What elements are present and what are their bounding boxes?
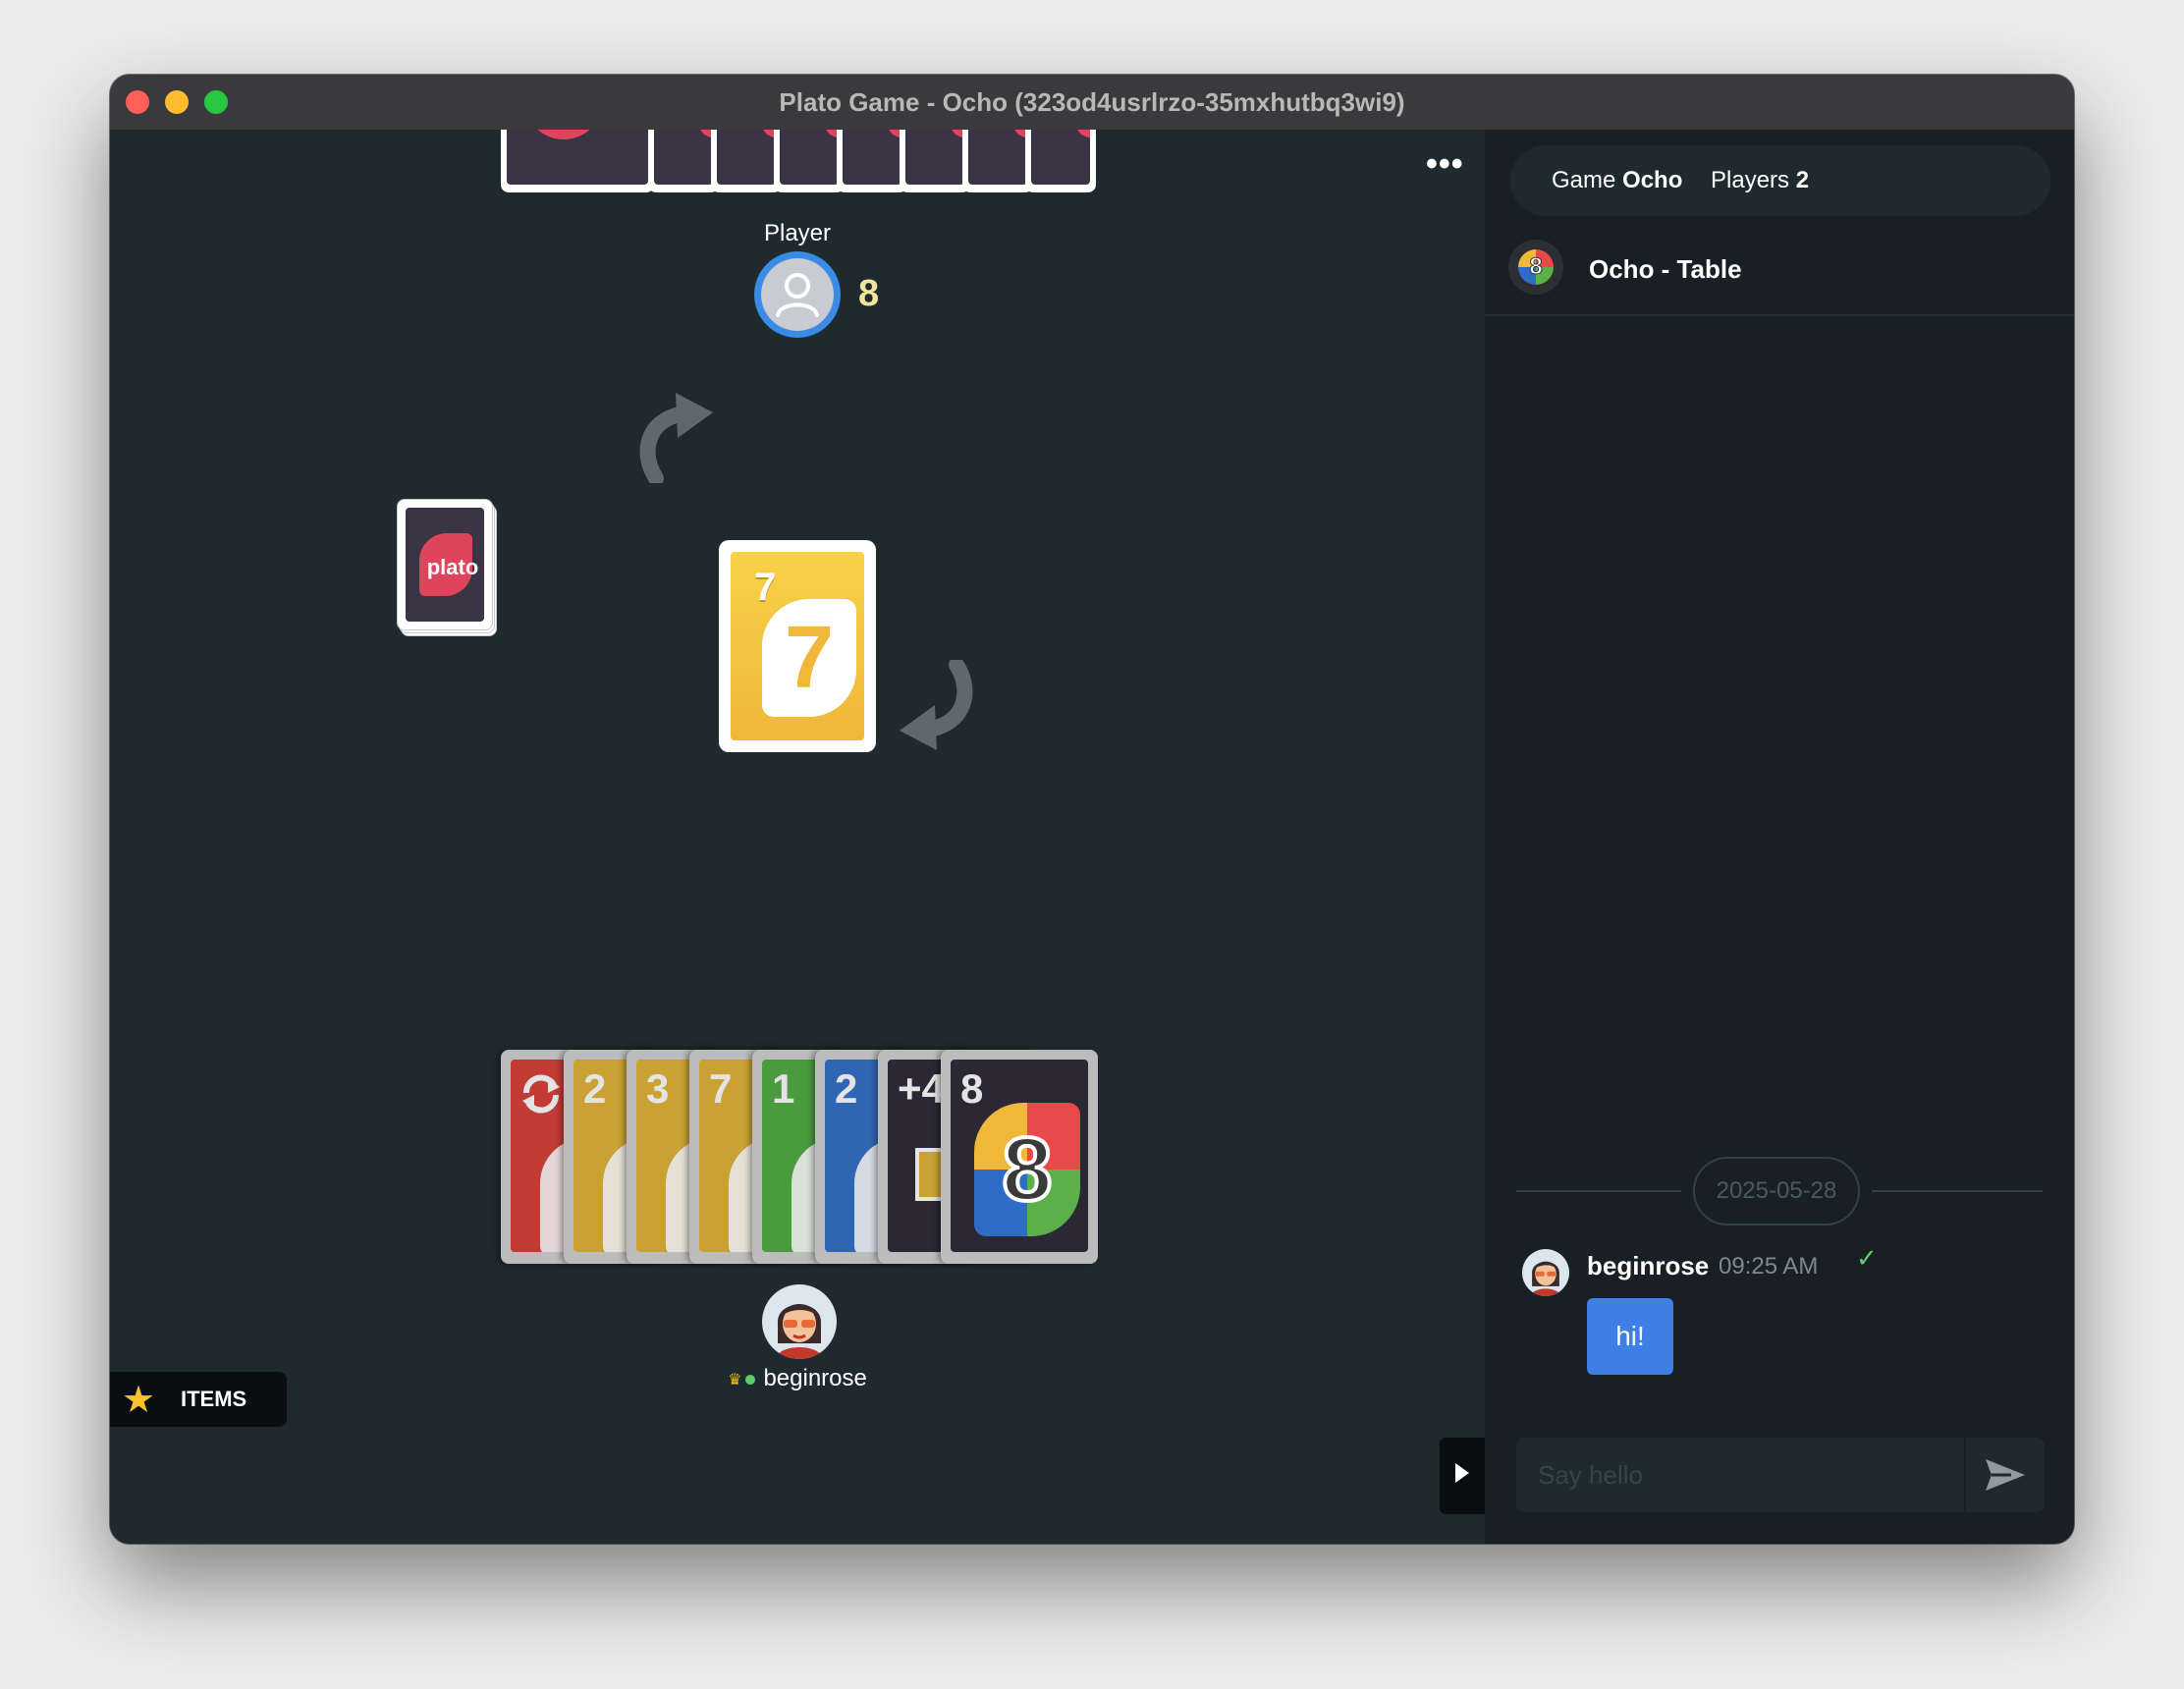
chat-header: Game Ocho Players 2 [1510, 145, 2050, 216]
avatar-face-icon [1530, 1261, 1561, 1296]
game-info: Game Ocho [1552, 167, 1683, 193]
deck-logo-label: plato [426, 555, 479, 579]
opponent-name: Player [763, 220, 832, 246]
date-divider-right [1872, 1190, 2043, 1192]
user-icon [776, 273, 819, 317]
opponent-card [837, 130, 907, 192]
opponent-avatar[interactable] [754, 251, 841, 338]
reverse-icon [522, 1074, 560, 1114]
players-info: Players 2 [1711, 167, 1810, 193]
discard-pile-card: 7 7 [719, 540, 876, 752]
opponent-card-count: 8 [858, 273, 880, 314]
send-icon [1986, 1459, 2025, 1491]
play-arrow-icon [1455, 1463, 1469, 1483]
message-avatar[interactable] [1522, 1249, 1569, 1296]
chat-message-input[interactable] [1516, 1438, 1964, 1512]
hand-card-wild-eight[interactable]: 8 8 [941, 1050, 1098, 1264]
avatar-face-icon [776, 1304, 823, 1359]
date-divider: 2025-05-28 [1693, 1157, 1860, 1226]
message-username: beginrose [1587, 1251, 1710, 1280]
game-table: Player 8 ••• plato 7 7 2 3 7 1 2 +4 8 8 … [110, 130, 1485, 1544]
my-name-label: ♛ beginrose [728, 1365, 867, 1391]
discard-card-center-value: 7 [784, 609, 835, 707]
more-options-icon[interactable]: ••• [1426, 145, 1464, 184]
message-bubble: hi! [1587, 1298, 1673, 1375]
date-divider-left [1516, 1190, 1681, 1192]
room-row[interactable]: 8 Ocho - Table [1485, 224, 2074, 316]
items-button[interactable]: ★ ITEMS [110, 1372, 287, 1427]
message-timestamp: 09:25 AM [1719, 1253, 1819, 1280]
chat-panel: Game Ocho Players 2 8 Ocho - Table 2025-… [1485, 130, 2074, 1544]
title-bar: Plato Game - Ocho (323od4usrlrzo-35mxhut… [110, 75, 2074, 131]
opponent-card [1025, 130, 1096, 192]
crown-icon: ♛ [728, 1371, 742, 1389]
opponent-hand [501, 130, 1100, 192]
send-button[interactable] [1964, 1438, 2045, 1512]
direction-arrow-top-icon [639, 393, 713, 483]
opponent-card [962, 130, 1033, 192]
online-status-icon [745, 1374, 756, 1385]
star-icon: ★ [122, 1380, 156, 1421]
my-avatar[interactable] [762, 1284, 837, 1359]
opponent-card [711, 130, 782, 192]
delivered-check-icon: ✓ [1856, 1243, 1878, 1273]
app-window: Plato Game - Ocho (323od4usrlrzo-35mxhut… [110, 75, 2074, 1544]
opponent-card [774, 130, 845, 192]
draw-pile[interactable]: plato [397, 499, 497, 636]
window-title: Plato Game - Ocho (323od4usrlrzo-35mxhut… [779, 87, 1405, 117]
direction-arrow-bottom-icon [900, 660, 973, 750]
room-name: Ocho - Table [1589, 254, 1742, 284]
room-icon: 8 [1508, 240, 1563, 295]
opponent-card [900, 130, 970, 192]
player-hand: 2 3 7 1 2 +4 8 8 [501, 1050, 1110, 1266]
opponent-card [648, 130, 719, 192]
collapse-chat-button[interactable] [1440, 1438, 1485, 1514]
wild-card-center-value: 8 [1000, 1117, 1054, 1222]
opponent-card [501, 130, 654, 192]
